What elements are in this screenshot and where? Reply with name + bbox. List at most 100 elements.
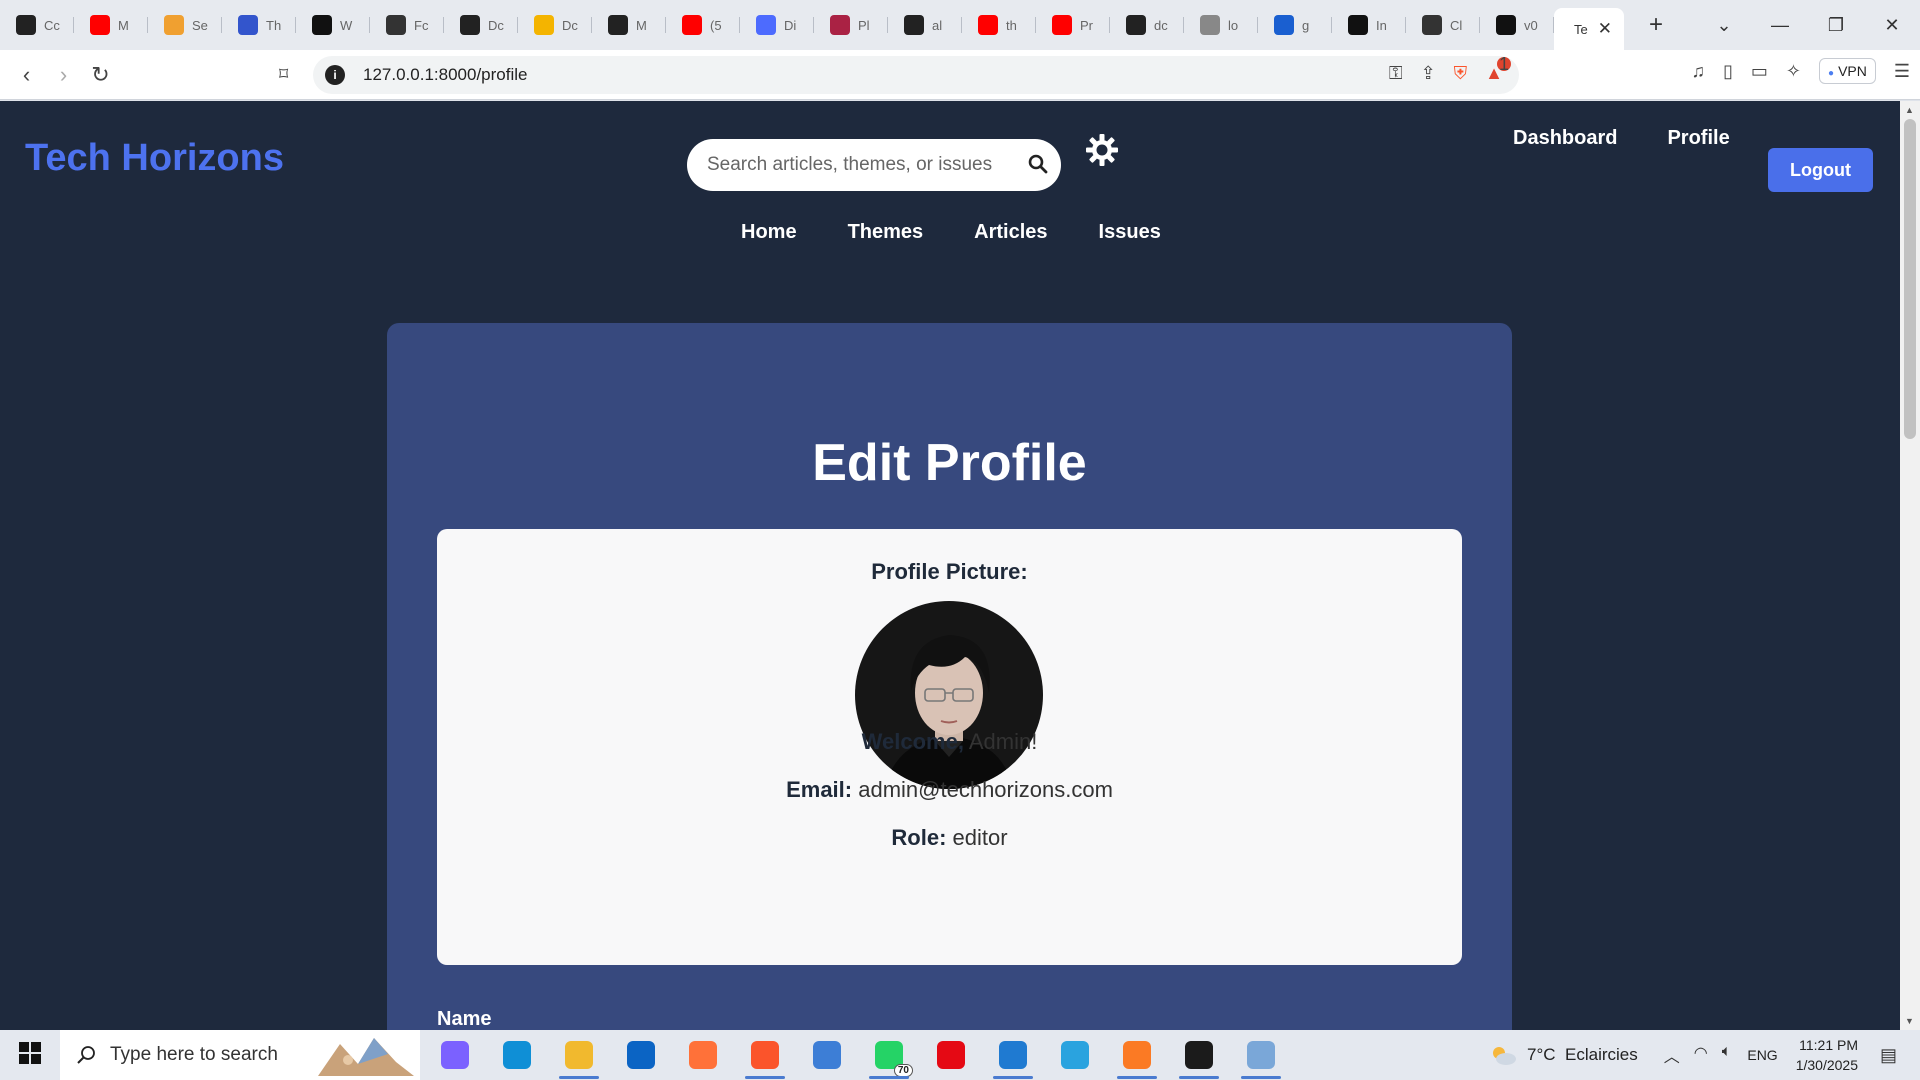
profile-link[interactable]: Profile xyxy=(1667,127,1729,150)
browser-tab[interactable]: Pr xyxy=(1036,0,1110,50)
tab-label: W xyxy=(340,17,353,33)
scroll-up-icon[interactable]: ▲ xyxy=(1905,105,1914,115)
tab-label: Se xyxy=(192,17,208,33)
browser-tab[interactable]: M xyxy=(592,0,666,50)
tab-label: Fc xyxy=(414,17,429,33)
taskbar-app[interactable] xyxy=(672,1030,734,1080)
start-button[interactable] xyxy=(0,1041,60,1069)
brave-shield-icon[interactable]: ⛨ xyxy=(1454,63,1468,84)
taskbar-app[interactable] xyxy=(548,1030,610,1080)
browser-tab[interactable]: Dc xyxy=(518,0,592,50)
browser-tab[interactable]: dc xyxy=(1110,0,1184,50)
sun-icon[interactable] xyxy=(1085,133,1119,167)
browser-tab[interactable]: Fc xyxy=(370,0,444,50)
clock[interactable]: 11:21 PM 1/30/2025 xyxy=(1796,1035,1858,1075)
browser-tab[interactable]: Se xyxy=(148,0,222,50)
wallet-icon[interactable]: ▭ xyxy=(1751,61,1768,82)
browser-tab[interactable]: In xyxy=(1332,0,1406,50)
weather-widget[interactable]: 7°C Eclaircies xyxy=(1489,1044,1638,1066)
network-icon[interactable]: ◠ xyxy=(1694,1043,1708,1067)
close-icon[interactable]: ✕ xyxy=(1598,19,1612,39)
restore-icon[interactable]: ❐ xyxy=(1808,15,1864,36)
taskbar-app[interactable] xyxy=(734,1030,796,1080)
window-controls: ⌄ — ❐ ✕ xyxy=(1696,0,1920,50)
nav-articles[interactable]: Articles xyxy=(974,221,1047,244)
browser-tab[interactable]: v0 xyxy=(1480,0,1554,50)
notification-icon[interactable]: ▤ xyxy=(1880,1045,1920,1066)
avatar[interactable] xyxy=(855,601,1043,789)
share-icon[interactable]: ⇪ xyxy=(1421,63,1436,84)
page-scrollbar[interactable]: ▲ ▼ xyxy=(1900,101,1920,1030)
chevron-up-icon[interactable]: ︿ xyxy=(1664,1043,1680,1067)
email-line: Email: admin@techhorizons.com xyxy=(437,777,1462,803)
tab-label: g xyxy=(1302,17,1310,33)
tab-label: v0 xyxy=(1524,17,1538,33)
music-icon[interactable]: ♫ xyxy=(1692,61,1706,82)
nav-home[interactable]: Home xyxy=(741,221,797,244)
firefox-icon xyxy=(689,1041,717,1069)
sidebar-icon[interactable]: ▯ xyxy=(1723,61,1733,82)
tab-search-icon[interactable]: ⌄ xyxy=(1696,15,1752,36)
name-field-label: Name xyxy=(437,1008,492,1030)
browser-tab[interactable]: Di xyxy=(740,0,814,50)
taskbar-app[interactable] xyxy=(796,1030,858,1080)
back-icon[interactable]: ‹ xyxy=(8,62,45,88)
scroll-thumb[interactable] xyxy=(1904,119,1916,439)
browser-tab[interactable]: Cl xyxy=(1406,0,1480,50)
bookmark-icon[interactable]: ⌑ xyxy=(279,64,299,85)
brave-rewards-icon[interactable]: ▲ 1 xyxy=(1485,55,1511,84)
logout-button[interactable]: Logout xyxy=(1768,148,1873,192)
taskbar-app[interactable] xyxy=(1168,1030,1230,1080)
leo-ai-icon[interactable]: ✧ xyxy=(1786,61,1801,82)
browser-tab[interactable]: lo xyxy=(1184,0,1258,50)
browser-tab[interactable]: (5 xyxy=(666,0,740,50)
taskbar-app[interactable] xyxy=(1230,1030,1292,1080)
menu-icon[interactable]: ☰ xyxy=(1894,61,1910,82)
browser-tab[interactable]: al xyxy=(888,0,962,50)
taskbar-app[interactable] xyxy=(610,1030,672,1080)
volume-icon[interactable]: 🔈︎ xyxy=(1722,1043,1732,1067)
site-info-icon[interactable]: i xyxy=(325,64,345,85)
tab-active[interactable]: Te ✕ xyxy=(1554,8,1624,50)
taskbar-app[interactable]: 70 xyxy=(858,1030,920,1080)
search-icon[interactable] xyxy=(1027,153,1049,175)
new-tab-button[interactable]: + xyxy=(1636,11,1676,39)
taskbar-app[interactable] xyxy=(424,1030,486,1080)
language-indicator[interactable]: ENG xyxy=(1747,1047,1777,1063)
vpn-button[interactable]: VPN xyxy=(1819,58,1876,84)
profile-picture-label: Profile Picture: xyxy=(871,559,1028,584)
browser-tab[interactable]: Dc xyxy=(444,0,518,50)
site-logo[interactable]: Tech Horizons xyxy=(25,137,284,180)
browser-tab-bar: Cc M Se Th W Fc Dc Dc M (5 Di Pl al th Pr dc lo g In Cl v0 T… xyxy=(0,0,1920,50)
page-title: Edit Profile xyxy=(812,434,1087,492)
forward-icon[interactable]: › xyxy=(45,62,82,88)
url-text[interactable]: 127.0.0.1:8000/profile xyxy=(363,65,527,85)
search-input[interactable] xyxy=(707,154,1007,176)
browser-tab[interactable]: g xyxy=(1258,0,1332,50)
browser-tab[interactable]: Pl xyxy=(814,0,888,50)
browser-tab[interactable]: Th xyxy=(222,0,296,50)
taskbar-app[interactable] xyxy=(982,1030,1044,1080)
nav-issues[interactable]: Issues xyxy=(1099,221,1161,244)
browser-tab[interactable]: M xyxy=(74,0,148,50)
close-window-icon[interactable]: ✕ xyxy=(1864,15,1920,36)
url-field[interactable]: i 127.0.0.1:8000/profile ⚿ ⇪ ⛨ ▲ 1 xyxy=(313,55,1519,94)
browser-tab[interactable]: th xyxy=(962,0,1036,50)
taskbar-app[interactable] xyxy=(486,1030,548,1080)
github-icon xyxy=(460,15,480,35)
taskbar-app[interactable] xyxy=(1044,1030,1106,1080)
taskbar-search[interactable]: Type here to search xyxy=(60,1030,420,1080)
minimize-icon[interactable]: — xyxy=(1752,15,1808,36)
browser-tab[interactable]: Cc xyxy=(0,0,74,50)
reload-icon[interactable]: ↻ xyxy=(82,62,119,88)
v0-icon xyxy=(1496,15,1516,35)
taskbar-search-text[interactable]: Type here to search xyxy=(110,1044,278,1066)
password-key-icon[interactable]: ⚿ xyxy=(1389,63,1403,84)
nav-themes[interactable]: Themes xyxy=(848,221,924,244)
scroll-down-icon[interactable]: ▼ xyxy=(1905,1016,1914,1026)
browser-tab[interactable]: W xyxy=(296,0,370,50)
dashboard-link[interactable]: Dashboard xyxy=(1513,127,1617,150)
taskbar-app[interactable] xyxy=(1106,1030,1168,1080)
clock-date: 1/30/2025 xyxy=(1795,1057,1858,1073)
taskbar-app[interactable] xyxy=(920,1030,982,1080)
